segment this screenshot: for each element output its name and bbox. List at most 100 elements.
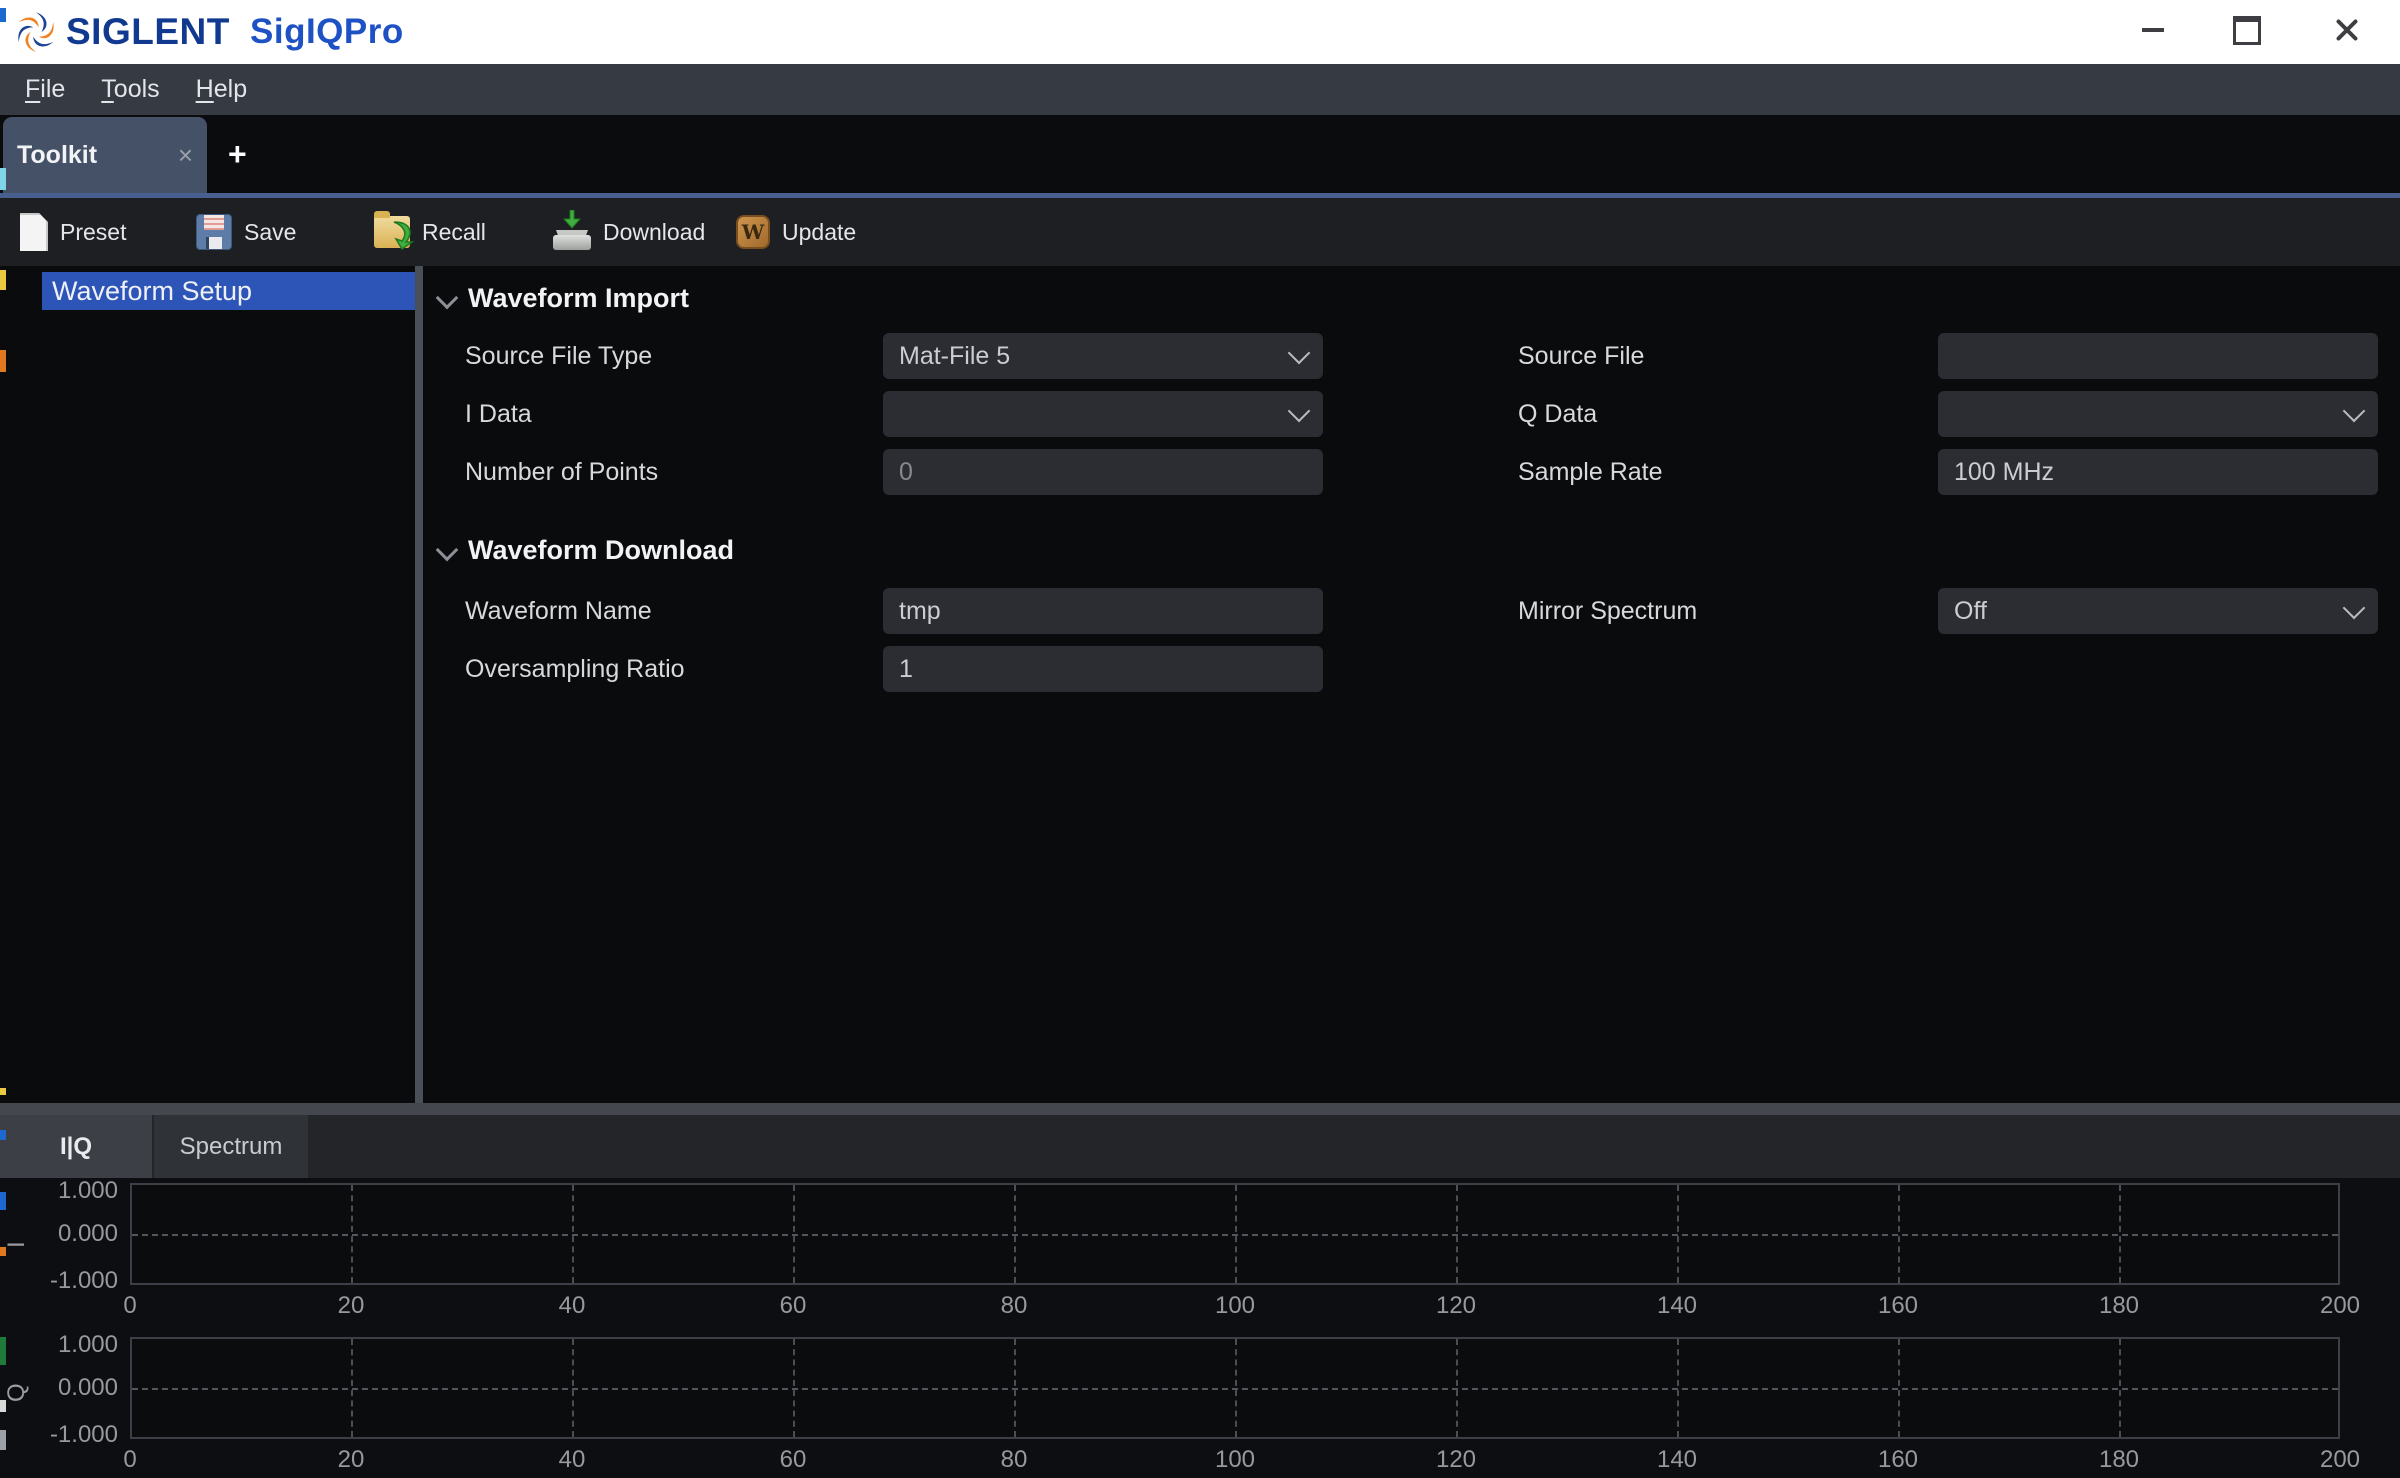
field-label: I Data bbox=[465, 399, 532, 428]
section-collapse-icon[interactable] bbox=[437, 287, 459, 309]
y-tick-label: 1.000 bbox=[57, 1177, 118, 1204]
x-tick-label: 80 bbox=[1000, 1446, 1028, 1473]
x-tick-label: 60 bbox=[779, 1446, 807, 1473]
x-tick-label: 140 bbox=[1656, 1292, 1698, 1319]
minimize-button[interactable] bbox=[2118, 0, 2188, 60]
toolbar-button-update[interactable]: W Update bbox=[736, 198, 856, 266]
chart-tab-spectrum[interactable]: Spectrum bbox=[154, 1115, 308, 1178]
x-tick-label: 40 bbox=[558, 1292, 586, 1319]
source-file-type-select[interactable]: Mat-File 5 bbox=[883, 333, 1323, 379]
waveform-name-input[interactable]: tmp bbox=[883, 588, 1323, 634]
section-collapse-icon[interactable] bbox=[437, 539, 459, 561]
field-value: Mat-File 5 bbox=[899, 341, 1011, 370]
gridline-zero bbox=[132, 1388, 2338, 1390]
field-value: 100 MHz bbox=[1954, 457, 2055, 486]
toolbar-label: Recall bbox=[422, 218, 486, 245]
toolbar-button-download[interactable]: Download bbox=[553, 198, 705, 266]
field-label: Q Data bbox=[1518, 399, 1598, 428]
tab-toolkit-label: Toolkit bbox=[17, 140, 98, 169]
tab-close-icon[interactable]: × bbox=[178, 140, 207, 171]
brand-siglent: SIGLENT bbox=[66, 11, 230, 52]
siglent-logo-icon bbox=[18, 12, 54, 52]
screen-edge-artifact bbox=[0, 1430, 6, 1450]
close-button[interactable] bbox=[2312, 0, 2382, 60]
sidebar-item-waveform-setup[interactable]: Waveform Setup bbox=[42, 272, 415, 310]
charts-panel: 0 20 40 60 80 100 120 140 160 180 200 1.000 0.000 -1.… bbox=[0, 1177, 2400, 1478]
q-data-select[interactable] bbox=[1938, 391, 2378, 437]
drive-body bbox=[553, 235, 591, 250]
toolbar-button-save[interactable]: Save bbox=[196, 198, 296, 266]
chevron-down-icon bbox=[1287, 341, 1311, 365]
field-value: tmp bbox=[899, 596, 941, 625]
screen-edge-artifact bbox=[0, 8, 6, 22]
screen-edge-artifact bbox=[0, 1088, 6, 1095]
mirror-spectrum-select[interactable]: Off bbox=[1938, 588, 2378, 634]
section-title: Waveform Import bbox=[468, 283, 690, 313]
field-label: Number of Points bbox=[465, 457, 659, 486]
toolbar-button-recall[interactable]: Recall bbox=[374, 198, 486, 266]
toolbar-label: Preset bbox=[60, 218, 127, 245]
minimize-icon bbox=[2142, 28, 2164, 32]
chevron-down-icon bbox=[1287, 399, 1311, 423]
y-tick-label: -1.000 bbox=[49, 1267, 118, 1294]
screen-edge-artifact bbox=[0, 1400, 6, 1412]
x-tick-label: 180 bbox=[2098, 1292, 2140, 1319]
x-tick-label: 60 bbox=[779, 1292, 807, 1319]
source-file-input[interactable] bbox=[1938, 333, 2378, 379]
chart-tab-iq[interactable]: I|Q bbox=[0, 1115, 152, 1178]
field-label: Oversampling Ratio bbox=[465, 654, 685, 683]
toolbar-button-preset[interactable]: Preset bbox=[20, 198, 126, 266]
x-tick-label: 120 bbox=[1435, 1292, 1477, 1319]
x-tick-label: 160 bbox=[1877, 1292, 1919, 1319]
number-of-points-input[interactable]: 0 bbox=[883, 449, 1323, 495]
x-tick-label: 0 bbox=[123, 1292, 137, 1319]
screen-edge-artifact bbox=[0, 1130, 6, 1140]
title-bar: SIGLENT SigIQPro bbox=[0, 0, 2400, 64]
toolbar-label: Update bbox=[782, 218, 857, 245]
field-label: Source File Type bbox=[465, 341, 653, 370]
x-tick-label: 80 bbox=[1000, 1292, 1028, 1319]
x-tick-label: 160 bbox=[1877, 1446, 1919, 1473]
screen-edge-artifact bbox=[0, 1337, 6, 1365]
x-tick-label: 20 bbox=[337, 1446, 365, 1473]
x-tick-label: 200 bbox=[2319, 1292, 2361, 1319]
x-tick-label: 200 bbox=[2319, 1446, 2361, 1473]
axis-label-q: Q bbox=[3, 1383, 30, 1402]
x-tick-label: 100 bbox=[1214, 1292, 1256, 1319]
axis-label-i: I bbox=[3, 1241, 30, 1248]
menu-item-file[interactable]: File bbox=[15, 75, 75, 104]
update-w-icon: W bbox=[736, 215, 770, 249]
menu-item-tools[interactable]: Tools bbox=[91, 75, 169, 104]
oversampling-ratio-input[interactable]: 1 bbox=[883, 646, 1323, 692]
x-tick-label: 140 bbox=[1656, 1446, 1698, 1473]
sidebar-splitter[interactable] bbox=[415, 266, 423, 1103]
sample-rate-input[interactable]: 100 MHz bbox=[1938, 449, 2378, 495]
field-value: 0 bbox=[899, 457, 913, 486]
chevron-down-icon bbox=[2342, 596, 2366, 620]
menu-item-help[interactable]: Help bbox=[186, 75, 257, 104]
chevron-down-icon bbox=[2342, 399, 2366, 423]
screen-edge-artifact bbox=[0, 270, 6, 290]
y-tick-label: -1.000 bbox=[49, 1421, 118, 1448]
toolbar-label: Download bbox=[603, 218, 706, 245]
toolbar: Preset Save Recall Download W Update bbox=[0, 198, 2400, 266]
maximize-button[interactable] bbox=[2212, 0, 2282, 60]
x-tick-label: 20 bbox=[337, 1292, 365, 1319]
maximize-icon bbox=[2233, 15, 2261, 45]
tab-toolkit[interactable]: Toolkit × bbox=[3, 117, 207, 193]
add-tab-button[interactable]: + bbox=[228, 115, 247, 193]
horizontal-splitter[interactable] bbox=[0, 1103, 2400, 1115]
x-tick-label: 0 bbox=[123, 1446, 137, 1473]
i-data-select[interactable] bbox=[883, 391, 1323, 437]
field-label: Source File bbox=[1518, 341, 1645, 370]
y-tick-label: 0.000 bbox=[57, 1374, 118, 1401]
chart-tab-strip: I|Q Spectrum bbox=[0, 1115, 2400, 1178]
gridline-zero bbox=[132, 1234, 2338, 1236]
field-value: Off bbox=[1954, 596, 1987, 625]
field-value: 1 bbox=[899, 654, 913, 683]
main-form-panel: Waveform Import Source File Type Mat-File … bbox=[423, 266, 2400, 1103]
document-tab-bar: Toolkit × + bbox=[0, 115, 2400, 193]
screen-edge-artifact bbox=[0, 168, 6, 190]
menu-bar: File Tools Help bbox=[0, 64, 2400, 115]
toolbar-label: Save bbox=[244, 218, 297, 245]
